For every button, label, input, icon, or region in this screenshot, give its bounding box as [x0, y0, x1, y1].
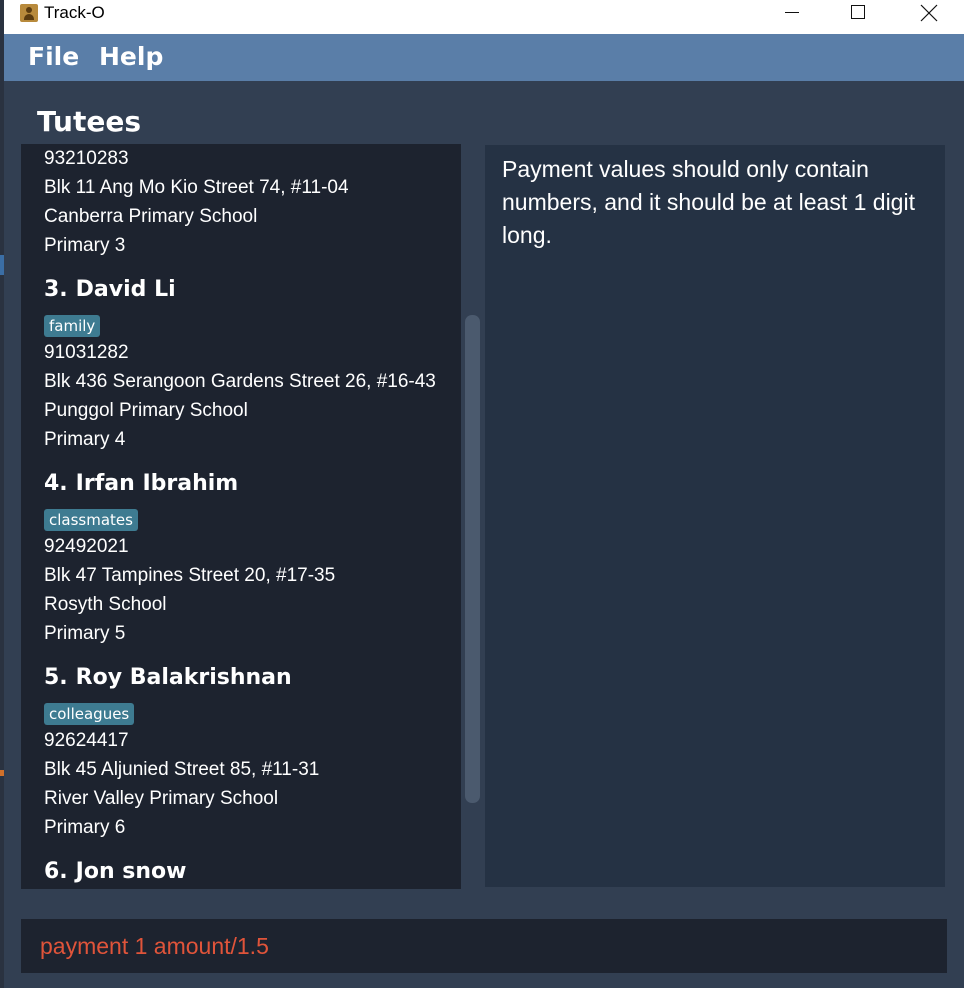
tutee-name: 4. Irfan Ibrahim: [44, 471, 461, 507]
tutee-name-text: Jon snow: [75, 859, 187, 884]
tutee-name-text: Irfan Ibrahim: [75, 471, 239, 496]
tutee-index: 6.: [44, 859, 68, 884]
menu-help[interactable]: Help: [99, 42, 163, 71]
minimize-button[interactable]: [768, 0, 814, 30]
app-window: Track-O File Help Tutees 93210283 Blk 11…: [4, 0, 964, 988]
tutee-level: Primary 4: [44, 429, 126, 450]
close-icon: [920, 4, 938, 22]
contact-book-icon: [20, 4, 38, 22]
tutee-tag: family: [44, 315, 101, 337]
tutee-address: Blk 47 Tampines Street 20, #17-35: [44, 565, 336, 586]
tutee-address: Blk 45 Aljunied Street 85, #11-31: [44, 759, 320, 780]
tutee-phone: 91031282: [44, 342, 129, 363]
tutee-index: 5.: [44, 665, 68, 690]
tutee-phone: 92624417: [44, 730, 129, 751]
tutee-name: 5. Roy Balakrishnan: [44, 665, 461, 701]
tutee-tag: classmates: [44, 509, 138, 531]
tutee-school: Punggol Primary School: [44, 400, 248, 421]
panel-title: Tutees: [37, 105, 141, 138]
list-scrollbar[interactable]: [465, 315, 480, 803]
tutee-address: Blk 436 Serangoon Gardens Street 26, #16…: [44, 371, 436, 392]
tutee-index: 3.: [44, 277, 68, 302]
tutee-school: Canberra Primary School: [44, 206, 258, 227]
tutee-list[interactable]: 93210283 Blk 11 Ang Mo Kio Street 74, #1…: [21, 144, 461, 889]
tutee-name-text: David Li: [75, 277, 176, 302]
result-message: Payment values should only contain numbe…: [502, 156, 915, 248]
tutee-index: 4.: [44, 471, 68, 496]
command-input[interactable]: payment 1 amount/1.5: [40, 933, 269, 960]
menu-bar: File Help: [4, 34, 964, 81]
result-display: Payment values should only contain numbe…: [485, 145, 945, 887]
tutee-tag: colleagues: [44, 703, 135, 725]
tutee-school: River Valley Primary School: [44, 788, 279, 809]
tutee-name-text: Roy Balakrishnan: [75, 665, 292, 690]
maximize-button[interactable]: [834, 0, 880, 30]
command-input-box[interactable]: payment 1 amount/1.5: [21, 919, 947, 973]
tutee-level: Primary 5: [44, 623, 126, 644]
tutee-phone: 93210283: [44, 148, 129, 169]
tutee-list-content: 93210283 Blk 11 Ang Mo Kio Street 74, #1…: [21, 144, 461, 889]
menu-file[interactable]: File: [28, 42, 79, 71]
main-area: Tutees 93210283 Blk 11 Ang Mo Kio Street…: [4, 81, 964, 988]
title-bar[interactable]: Track-O: [4, 0, 964, 32]
window-title: Track-O: [44, 3, 105, 22]
tutee-card[interactable]: 5. Roy Balakrishnan colleagues 92624417 B…: [21, 665, 461, 842]
tutee-phone: 92492021: [44, 536, 129, 557]
tutee-card[interactable]: 4. Irfan Ibrahim classmates 92492021 Blk …: [21, 471, 461, 648]
close-button[interactable]: [906, 0, 952, 30]
maximize-icon: [851, 5, 865, 19]
tutee-card[interactable]: 6.Jon snow 11111111: [21, 859, 461, 889]
tutee-name: 6. Jon snow: [44, 859, 461, 889]
tutee-name: 3. David Li: [44, 277, 461, 313]
tutee-address: Blk 11 Ang Mo Kio Street 74, #11-04: [44, 177, 349, 198]
tutee-card[interactable]: 3. David Li family 91031282 Blk 436 Seran…: [21, 277, 461, 454]
tutee-level: Primary 6: [44, 817, 126, 838]
minimize-icon: [785, 12, 799, 13]
tutee-card[interactable]: 93210283 Blk 11 Ang Mo Kio Street 74, #1…: [21, 144, 461, 260]
tutee-school: Rosyth School: [44, 594, 167, 615]
tutee-level: Primary 3: [44, 235, 126, 256]
